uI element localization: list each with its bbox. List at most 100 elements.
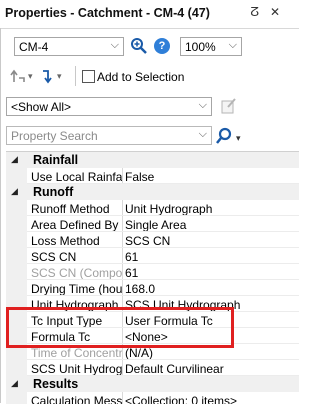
property-row[interactable]: Calculation Messages<Collection: 0 items… — [6, 392, 299, 404]
column-separator — [122, 392, 123, 404]
column-separator — [122, 216, 123, 232]
property-value[interactable]: User Formula Tc — [125, 314, 213, 328]
property-value[interactable]: SCS CN — [125, 234, 170, 248]
property-name: Tc Input Type — [31, 314, 103, 328]
property-name: SCS CN — [31, 250, 77, 264]
column-separator — [122, 232, 123, 248]
chevron-down-icon: ⌵ — [198, 99, 207, 111]
column-separator — [122, 200, 123, 216]
element-select[interactable]: CM-4 ⌵ — [14, 37, 124, 56]
zoom-icon[interactable] — [130, 37, 148, 55]
category-label: Rainfall — [33, 153, 79, 167]
search-icon[interactable] — [215, 127, 233, 145]
property-row[interactable]: Tc Input Type User Formula Tc — [6, 312, 299, 328]
collapse-caret-icon[interactable]: ◢ — [11, 378, 18, 389]
property-row[interactable]: Use Local Rainfall False — [6, 168, 299, 184]
row-gutter — [6, 248, 27, 264]
property-grid: ◢ Rainfall Use Local Rainfall False ◢ Runoff R… — [6, 151, 299, 404]
toolbar-separator — [75, 66, 76, 86]
property-value[interactable]: Default Curvilinear — [125, 362, 224, 376]
property-name: Formula Tc — [31, 330, 91, 344]
column-separator — [122, 344, 123, 360]
property-row[interactable]: Formula Tc <None> — [6, 328, 299, 344]
add-to-selection-label: Add to Selection — [97, 70, 185, 84]
close-icon[interactable]: ✕ — [270, 5, 280, 19]
row-gutter — [6, 200, 27, 216]
property-value[interactable]: 168.0 — [125, 282, 155, 296]
property-value[interactable]: 61 — [125, 266, 138, 280]
property-value[interactable]: 61 — [125, 250, 138, 264]
row-gutter — [6, 216, 27, 232]
property-value[interactable]: (N/A) — [125, 346, 153, 360]
property-value[interactable]: Single Area — [125, 218, 186, 232]
row-gutter — [6, 232, 27, 248]
row-gutter — [6, 312, 27, 328]
property-value[interactable]: Unit Hydrograph — [125, 202, 212, 216]
select-up-icon[interactable] — [10, 68, 28, 84]
row-gutter — [6, 360, 27, 376]
collapse-caret-icon[interactable]: ◢ — [11, 154, 18, 165]
chevron-down-icon: ⌵ — [198, 128, 207, 140]
help-icon[interactable]: ? — [154, 38, 170, 54]
property-name: SCS CN (Composite) — [31, 266, 123, 280]
row-gutter — [6, 344, 27, 360]
category-row[interactable]: ◢ Rainfall — [6, 152, 299, 168]
column-separator — [122, 280, 123, 296]
row-gutter — [6, 280, 27, 296]
property-name: Area Defined By — [31, 218, 119, 232]
zoom-select[interactable]: 100% ⌵ — [180, 37, 242, 56]
property-name: SCS Unit Hydrograph — [31, 362, 123, 376]
property-value[interactable]: <None> — [125, 330, 168, 344]
window-title: Properties - Catchment - CM-4 (47) — [5, 6, 210, 20]
property-name: Unit Hydrograph Method — [31, 298, 123, 312]
property-row[interactable]: Time of Concentration(N/A) — [6, 344, 299, 360]
column-separator — [122, 264, 123, 280]
chevron-down-icon[interactable]: ▾ — [236, 130, 241, 146]
category-label: Runoff — [33, 185, 74, 199]
property-row[interactable]: Unit Hydrograph MethodSCS Unit Hydrograp… — [6, 296, 299, 312]
row-gutter — [6, 296, 27, 312]
property-search-placeholder: Property Search — [11, 129, 98, 143]
pin-icon[interactable]: ⵒ — [250, 5, 259, 19]
column-separator — [122, 168, 123, 184]
edit-filter-icon[interactable] — [220, 97, 238, 115]
chevron-down-icon: ⌵ — [110, 39, 119, 51]
property-row[interactable]: Area Defined By Single Area — [6, 216, 299, 232]
property-row[interactable]: SCS CN 61 — [6, 248, 299, 264]
category-row[interactable]: ◢ Results — [6, 376, 299, 392]
row-gutter — [6, 264, 27, 280]
row-gutter — [6, 168, 27, 184]
property-row[interactable]: Drying Time (hours)168.0 — [6, 280, 299, 296]
column-separator — [122, 360, 123, 376]
property-name: Use Local Rainfall — [31, 170, 123, 184]
title-bar: Properties - Catchment - CM-4 (47) ⵒ ✕ — [0, 0, 299, 29]
property-name: Runoff Method — [31, 202, 110, 216]
property-row[interactable]: SCS Unit HydrographDefault Curvilinear — [6, 360, 299, 376]
element-select-value: CM-4 — [19, 40, 49, 54]
property-name: Drying Time (hours) — [31, 282, 123, 296]
filter-select[interactable]: <Show All> ⌵ — [6, 97, 212, 116]
category-row[interactable]: ◢ Runoff — [6, 184, 299, 200]
panel-border — [0, 28, 1, 403]
select-down-icon[interactable] — [40, 68, 56, 84]
chevron-down-icon: ⌵ — [228, 39, 237, 51]
filter-select-value: <Show All> — [11, 100, 72, 114]
category-label: Results — [33, 377, 79, 391]
property-row[interactable]: SCS CN (Composite)61 — [6, 264, 299, 280]
row-gutter — [6, 328, 27, 344]
column-separator — [122, 248, 123, 264]
column-separator — [122, 312, 123, 328]
column-separator — [122, 296, 123, 312]
property-row[interactable]: Runoff Method Unit Hydrograph — [6, 200, 299, 216]
property-value[interactable]: False — [125, 170, 154, 184]
property-search-input[interactable]: Property Search ⌵ — [6, 126, 212, 145]
zoom-select-value: 100% — [185, 40, 216, 54]
add-to-selection-checkbox[interactable] — [82, 70, 95, 83]
property-value[interactable]: SCS Unit Hydrograph — [125, 298, 240, 312]
property-name: Loss Method — [31, 234, 100, 248]
property-row[interactable]: Loss Method SCS CN — [6, 232, 299, 248]
collapse-caret-icon[interactable]: ◢ — [11, 186, 18, 197]
row-gutter — [6, 392, 27, 404]
chevron-down-icon[interactable]: ▾ — [57, 68, 62, 84]
chevron-down-icon[interactable]: ▾ — [28, 68, 33, 84]
